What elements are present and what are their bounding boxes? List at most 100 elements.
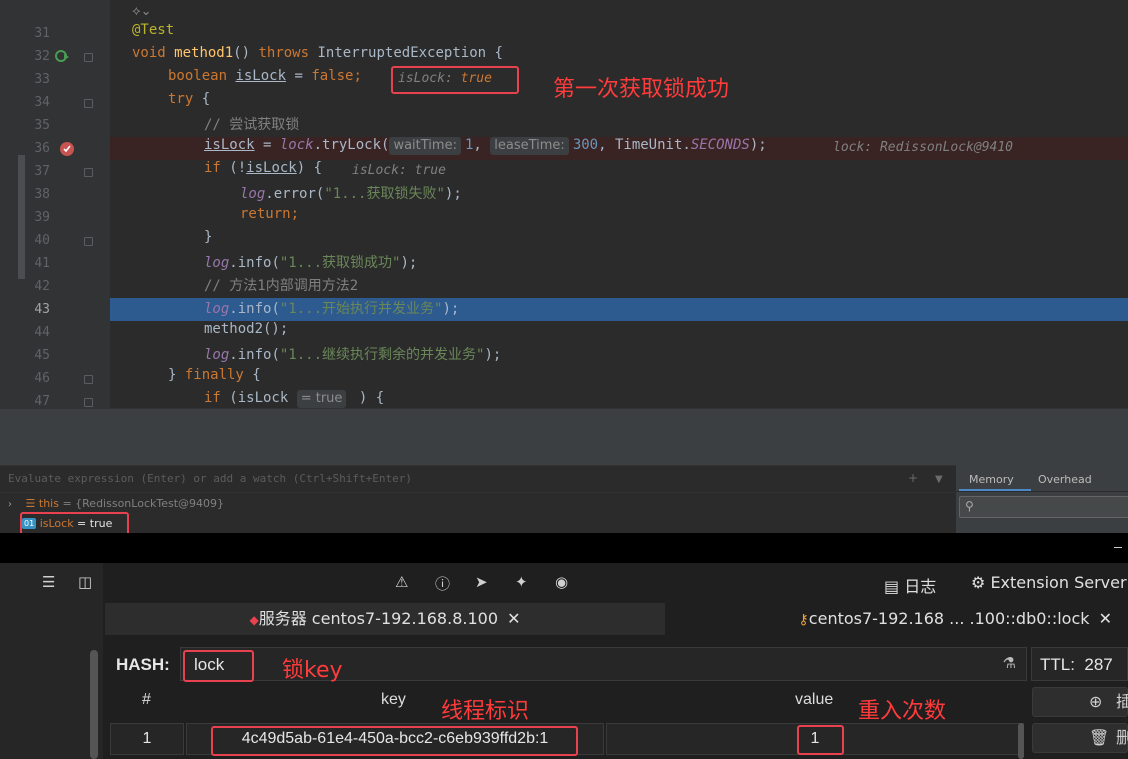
run-test-icon[interactable] bbox=[55, 48, 71, 64]
param-hint-waittime: waitTime: bbox=[389, 137, 461, 155]
annotation-first-lock: 第一次获取锁成功 bbox=[553, 77, 730, 102]
line-number: 41 bbox=[34, 256, 50, 271]
column-header-value[interactable]: value bbox=[795, 691, 833, 709]
fold-marker-icon[interactable] bbox=[84, 398, 93, 407]
delete-row-button[interactable]: 🗑 删 bbox=[1032, 723, 1128, 753]
fold-marker-icon[interactable] bbox=[84, 53, 93, 62]
line-number: 33 bbox=[34, 72, 50, 87]
evaluate-expression-bar[interactable]: Evaluate expression (Enter) or add a wat… bbox=[0, 465, 955, 493]
debugger-toolbar bbox=[0, 408, 1128, 465]
code-editor[interactable]: ⟡⌄ 31 32 33 34 35 36 37 38 39 40 41 42 4… bbox=[0, 0, 1128, 408]
code-line[interactable]: log.error("1...获取锁失败"); bbox=[110, 183, 1128, 206]
extension-server-button[interactable]: ⚙ Extension Server bbox=[971, 573, 1127, 592]
search-icon: ⚲ bbox=[965, 499, 974, 513]
gear-icon: ⚙ bbox=[971, 573, 991, 592]
code-line-breakpoint[interactable]: isLock = lock.tryLock(waitTime: 1, leaseT… bbox=[110, 137, 1128, 160]
tab-overhead[interactable]: Overhead bbox=[1038, 473, 1092, 486]
server-icon: ◆ bbox=[249, 613, 259, 627]
memory-search-input[interactable]: ⚲ bbox=[959, 496, 1128, 518]
insert-row-button[interactable]: ⊕ 插 bbox=[1032, 687, 1128, 717]
fold-marker-icon[interactable] bbox=[84, 375, 93, 384]
breakpoint-icon[interactable] bbox=[59, 141, 75, 157]
warning-icon[interactable]: ⚠ bbox=[395, 573, 408, 591]
variables-panel: › ☰ this = {RedissonLockTest@9409} 01 is… bbox=[0, 493, 955, 538]
code-line[interactable]: if (isLock = true ) { bbox=[110, 390, 1128, 408]
annotation-icon[interactable]: ⟡⌄ bbox=[132, 4, 152, 19]
code-line-current[interactable]: log.info("1...开始执行并发业务"); bbox=[110, 298, 1128, 321]
code-line[interactable]: // 方法1内部调用方法2 bbox=[110, 275, 1128, 298]
add-watch-icon[interactable]: + bbox=[908, 471, 918, 485]
list-icon[interactable]: ☰ bbox=[42, 573, 55, 591]
highlight-box bbox=[797, 725, 844, 755]
line-number: 32 bbox=[34, 49, 50, 64]
line-number: 40 bbox=[34, 233, 50, 248]
code-line[interactable]: method2(); bbox=[110, 321, 1128, 344]
line-number: 31 bbox=[34, 26, 50, 41]
code-line[interactable]: void method1() throws InterruptedExcepti… bbox=[110, 45, 1128, 68]
redis-client: ☰ ◫ ⚠ ⓘ ➤ ✦ ◉ ▤ 日志 ⚙ Extension Server ◆服… bbox=[0, 563, 1128, 759]
log-button[interactable]: ▤ 日志 bbox=[884, 573, 936, 597]
line-number: 37 bbox=[34, 164, 50, 179]
variable-row-this[interactable]: › ☰ this = {RedissonLockTest@9409} bbox=[8, 495, 224, 513]
close-icon[interactable]: ✕ bbox=[507, 609, 520, 628]
code-line[interactable]: } finally { bbox=[110, 367, 1128, 390]
inline-debug-value: lock: RedissonLock@9410 bbox=[833, 140, 1014, 155]
highlight-box bbox=[183, 650, 254, 682]
fold-marker-icon[interactable] bbox=[84, 99, 93, 108]
chevron-down-icon[interactable]: ▼ bbox=[935, 474, 943, 485]
line-number: 42 bbox=[34, 279, 50, 294]
line-number: 39 bbox=[34, 210, 50, 225]
telegram-icon[interactable]: ➤ bbox=[475, 573, 488, 591]
tab-server[interactable]: ◆服务器 centos7-192.168.8.100 ✕ bbox=[105, 603, 665, 635]
highlight-box bbox=[211, 726, 578, 756]
line-number: 44 bbox=[34, 325, 50, 340]
line-number: 46 bbox=[34, 371, 50, 386]
key-icon: ⚷ bbox=[798, 612, 809, 628]
tab-key-lock[interactable]: ⚷centos7-192.168 ... .100::db0::lock ✕ bbox=[668, 603, 1128, 635]
inline-debug-value: isLock: true bbox=[398, 71, 492, 86]
line-number: 36 bbox=[34, 141, 50, 156]
fold-marker-icon[interactable] bbox=[84, 237, 93, 246]
code-line[interactable]: @Test bbox=[110, 22, 1128, 45]
redis-sidebar: ☰ ◫ bbox=[0, 563, 103, 759]
line-number: 47 bbox=[34, 394, 50, 408]
param-hint-leasetime: leaseTime: bbox=[490, 137, 569, 155]
field-icon: ☰ bbox=[25, 497, 36, 510]
github-icon[interactable]: ◉ bbox=[555, 573, 568, 591]
plus-icon: ⊕ bbox=[1089, 692, 1103, 711]
help-icon[interactable]: ⓘ bbox=[435, 573, 450, 594]
chevron-right-icon[interactable]: › bbox=[8, 499, 12, 510]
trash-icon: 🗑 bbox=[1089, 728, 1110, 747]
table-scrollbar[interactable] bbox=[1018, 723, 1024, 759]
line-number: 45 bbox=[34, 348, 50, 363]
line-number: 38 bbox=[34, 187, 50, 202]
evaluate-placeholder: Evaluate expression (Enter) or add a wat… bbox=[8, 472, 412, 485]
memory-panel: Memory Overhead ⚲ bbox=[955, 465, 1128, 533]
flask-icon[interactable]: ⚗ bbox=[1003, 654, 1016, 672]
fold-marker-icon[interactable] bbox=[84, 168, 93, 177]
twitter-icon[interactable]: ✦ bbox=[515, 573, 528, 591]
column-header-index[interactable]: # bbox=[142, 691, 151, 709]
code-line[interactable]: log.info("1...获取锁成功"); bbox=[110, 252, 1128, 275]
close-icon[interactable]: ✕ bbox=[1099, 609, 1112, 628]
annotation-thread-id: 线程标识 bbox=[441, 699, 530, 724]
minimize-icon[interactable] bbox=[1114, 547, 1122, 548]
split-view-icon[interactable]: ◫ bbox=[78, 573, 92, 591]
sidebar-scrollbar[interactable] bbox=[90, 650, 98, 759]
code-line[interactable]: if (!isLock) { isLock: true bbox=[110, 160, 1128, 183]
line-number-current: 43 bbox=[34, 302, 50, 317]
tab-memory[interactable]: Memory bbox=[969, 473, 1014, 486]
ttl-field[interactable]: TTL: 287 bbox=[1031, 647, 1128, 681]
annotation-lock-key: 锁key bbox=[282, 658, 343, 683]
code-line[interactable]: log.info("1...继续执行剩余的并发业务"); bbox=[110, 344, 1128, 367]
cell-index[interactable]: 1 bbox=[110, 723, 184, 755]
line-number: 35 bbox=[34, 118, 50, 133]
code-line[interactable]: return; bbox=[110, 206, 1128, 229]
key-type-label: HASH: bbox=[116, 655, 170, 674]
column-header-key[interactable]: key bbox=[381, 691, 406, 709]
line-number: 34 bbox=[34, 95, 50, 110]
annotation-reentry-count: 重入次数 bbox=[858, 699, 947, 724]
code-line[interactable]: // 尝试获取锁 bbox=[110, 114, 1128, 137]
code-line[interactable]: } bbox=[110, 229, 1128, 252]
clipboard-icon: ▤ bbox=[884, 577, 905, 596]
